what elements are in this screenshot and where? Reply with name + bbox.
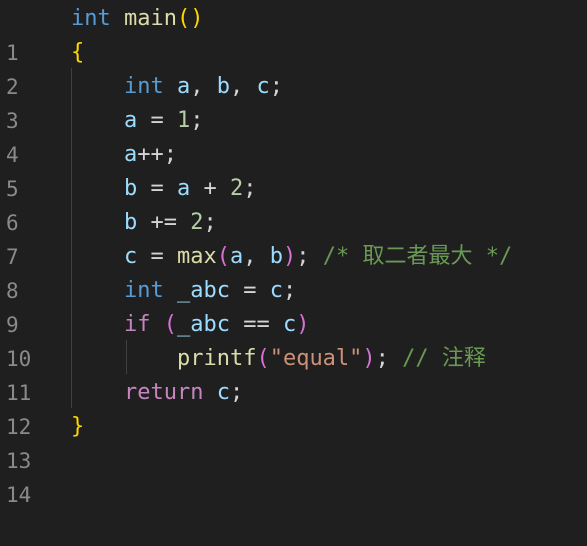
variable: c: [216, 380, 230, 405]
variable: a: [176, 74, 191, 99]
operator: =: [229, 278, 270, 303]
code-text[interactable]: int _abc = c;: [71, 274, 296, 308]
code-text[interactable]: if (_abc == c): [71, 308, 309, 342]
code-text[interactable]: return c;: [71, 376, 243, 410]
operator: =: [137, 108, 177, 133]
paren-close: ): [190, 6, 204, 31]
code-line-2[interactable]: 2 {: [0, 36, 587, 99]
number: 2: [190, 210, 204, 235]
punctuation: ;: [296, 244, 323, 269]
variable: c: [123, 244, 138, 269]
variable: c: [256, 74, 270, 99]
operator: ==: [229, 312, 283, 337]
paren-close: ): [362, 346, 376, 371]
variable: a: [229, 244, 244, 269]
variable: a: [123, 142, 138, 167]
code-line-11[interactable]: 11 printf("equal"); // 注释: [0, 342, 587, 405]
punctuation: ;: [203, 210, 217, 235]
punctuation: ;: [269, 74, 283, 99]
paren-close: ): [282, 244, 297, 269]
keyword-int: int: [123, 278, 164, 303]
code-line-1[interactable]: 1 int main(): [0, 2, 587, 65]
code-line-12[interactable]: 12 return c;: [0, 376, 587, 439]
comment: /* 取二者最大 */: [322, 244, 513, 269]
keyword-int: int: [123, 74, 164, 99]
operator: +: [190, 176, 230, 201]
string-literal: "equal": [269, 346, 363, 371]
code-editor[interactable]: 1 int main() 2 { 3 int a, b, c; 4 a = 1;…: [0, 0, 587, 507]
punctuation: ;: [243, 176, 257, 201]
paren-open: (: [256, 346, 270, 371]
punctuation: ,: [229, 74, 257, 99]
operator: ++;: [137, 142, 177, 167]
code-text[interactable]: b = a + 2;: [71, 172, 257, 206]
variable: _abc: [176, 312, 230, 337]
punctuation: ,: [190, 74, 217, 99]
code-text[interactable]: int main(): [71, 2, 203, 36]
code-text[interactable]: }: [71, 410, 84, 444]
code-line-8[interactable]: 8 c = max(a, b); /* 取二者最大 */: [0, 240, 587, 303]
code-text[interactable]: printf("equal"); // 注释: [71, 342, 486, 376]
punctuation: ;: [375, 346, 403, 371]
line-number: 14: [6, 483, 32, 507]
code-text[interactable]: b += 2;: [71, 206, 217, 240]
operator: =: [137, 176, 177, 201]
paren-close: ): [296, 312, 310, 337]
comment: // 注释: [402, 346, 486, 371]
variable: b: [123, 176, 138, 201]
paren-open: (: [216, 244, 230, 269]
function-name: main: [124, 6, 177, 31]
code-text[interactable]: a++;: [71, 138, 177, 172]
variable: a: [176, 176, 191, 201]
keyword-int: int: [71, 6, 111, 31]
brace-open: {: [71, 40, 85, 65]
operator: +=: [137, 210, 191, 235]
number: 2: [229, 176, 244, 201]
number: 1: [176, 108, 191, 133]
punctuation: ;: [229, 380, 244, 405]
code-line-9[interactable]: 9 int _abc = c;: [0, 274, 587, 337]
code-line-5[interactable]: 5 a++;: [0, 138, 587, 201]
code-line-6[interactable]: 6 b = a + 2;: [0, 172, 587, 235]
variable: c: [282, 312, 297, 337]
operator: =: [137, 244, 177, 269]
code-text[interactable]: c = max(a, b); /* 取二者最大 */: [71, 240, 512, 274]
paren-open: (: [163, 312, 177, 337]
code-line-13[interactable]: 13 }: [0, 410, 587, 473]
code-text[interactable]: a = 1;: [71, 104, 204, 138]
function-name: printf: [176, 346, 257, 371]
paren-open: (: [176, 6, 191, 31]
punctuation: ;: [190, 108, 204, 133]
variable: _abc: [176, 278, 230, 303]
code-line-7[interactable]: 7 b += 2;: [0, 206, 587, 269]
punctuation: ,: [243, 244, 270, 269]
variable: a: [123, 108, 138, 133]
keyword-return: return: [123, 380, 204, 405]
variable: b: [123, 210, 138, 235]
keyword-if: if: [123, 312, 151, 337]
code-text[interactable]: {: [71, 36, 84, 70]
variable: b: [269, 244, 283, 269]
variable: c: [269, 278, 283, 303]
code-line-3[interactable]: 3 int a, b, c;: [0, 70, 587, 133]
code-line-10[interactable]: 10 if (_abc == c): [0, 308, 587, 371]
brace-close: }: [71, 414, 85, 439]
punctuation: ;: [282, 278, 297, 303]
code-text[interactable]: int a, b, c;: [71, 70, 283, 104]
variable: b: [216, 74, 230, 99]
code-line-14[interactable]: 14: [0, 444, 587, 507]
code-line-4[interactable]: 4 a = 1;: [0, 104, 587, 167]
function-name: max: [176, 244, 217, 269]
